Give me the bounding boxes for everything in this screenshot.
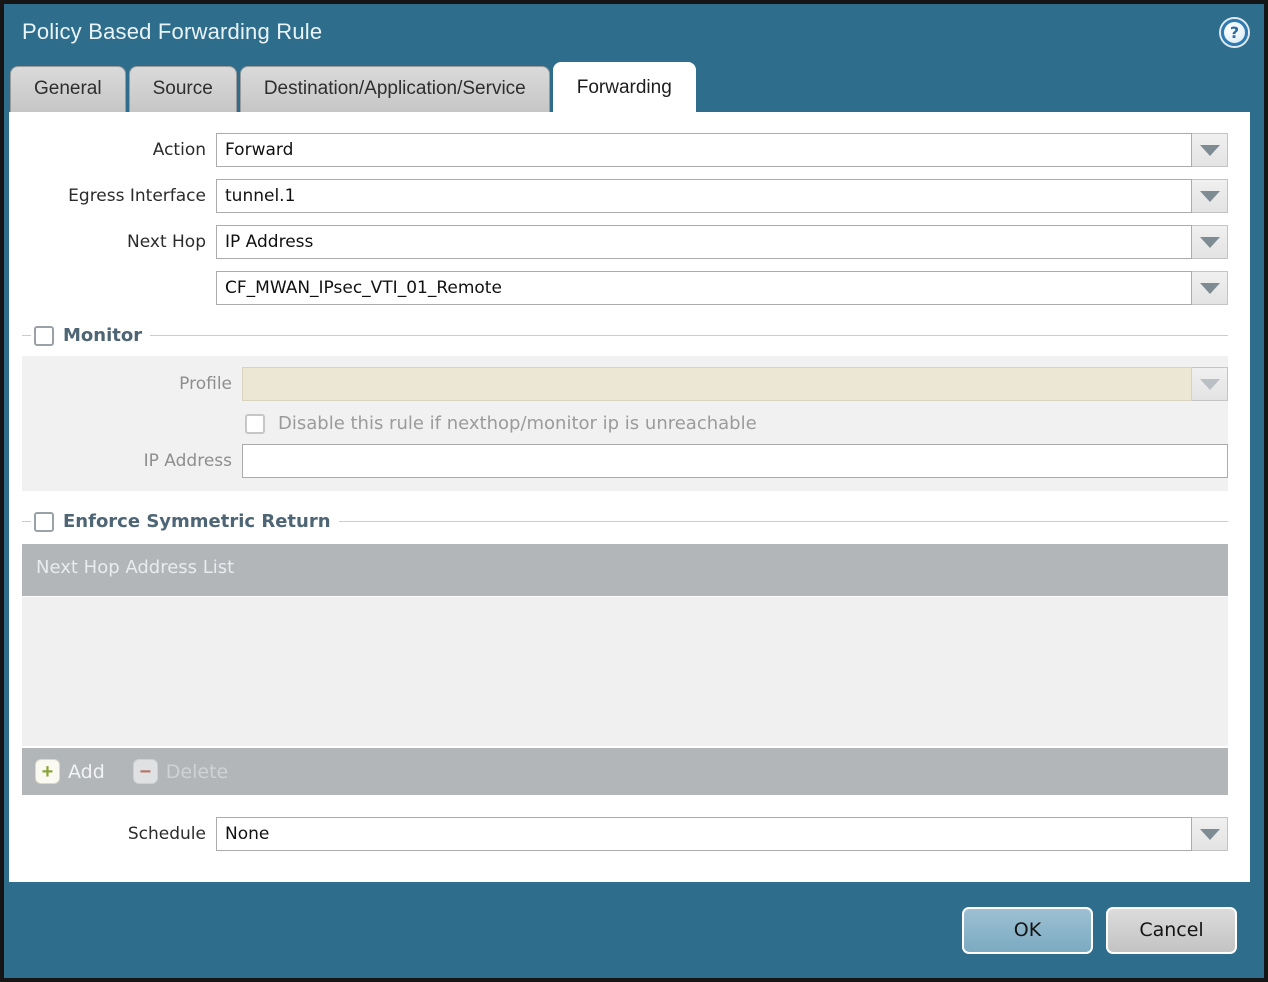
next-hop-type-row: Next Hop xyxy=(9,225,1228,259)
profile-label: Profile xyxy=(179,374,232,394)
tab-forwarding[interactable]: Forwarding xyxy=(552,62,696,112)
fieldset-line xyxy=(338,521,1228,522)
next-hop-address-list-body[interactable] xyxy=(22,596,1228,746)
schedule-select[interactable] xyxy=(216,817,1192,851)
profile-row: Profile xyxy=(22,367,1228,401)
next-hop-address-list-header: Next Hop Address List xyxy=(22,544,1228,596)
help-icon[interactable]: ? xyxy=(1221,18,1248,46)
next-hop-address-dropdown-button[interactable] xyxy=(1192,271,1228,305)
forwarding-tab-panel: Action Egress Interface Next Hop xyxy=(9,112,1250,882)
monitor-section-title: Monitor xyxy=(63,325,143,346)
dialog-title: Policy Based Forwarding Rule xyxy=(22,19,323,44)
add-button[interactable]: + Add xyxy=(35,759,105,784)
egress-interface-label: Egress Interface xyxy=(68,186,206,206)
schedule-label: Schedule xyxy=(127,824,206,844)
enforce-symmetric-return-section: Enforce Symmetric Return Next Hop Addres… xyxy=(22,511,1228,795)
action-label: Action xyxy=(152,140,206,160)
chevron-down-icon xyxy=(1199,378,1220,390)
title-bar: Policy Based Forwarding Rule ? xyxy=(4,4,1264,60)
egress-interface-row: Egress Interface xyxy=(9,179,1228,213)
fieldset-line xyxy=(22,335,31,336)
profile-dropdown-button xyxy=(1192,367,1228,401)
next-hop-address-row xyxy=(9,271,1228,305)
chevron-down-icon xyxy=(1199,282,1220,294)
action-row: Action xyxy=(9,133,1228,167)
tab-strip: General Source Destination/Application/S… xyxy=(4,60,1264,112)
schedule-dropdown-button[interactable] xyxy=(1192,817,1228,851)
monitor-section-header: Monitor xyxy=(22,325,1228,346)
fieldset-line xyxy=(150,335,1228,336)
action-dropdown-button[interactable] xyxy=(1192,133,1228,167)
monitor-checkbox[interactable] xyxy=(34,325,54,346)
tab-destination-application-service[interactable]: Destination/Application/Service xyxy=(239,66,550,112)
cancel-button[interactable]: Cancel xyxy=(1106,906,1237,954)
next-hop-type-select[interactable] xyxy=(216,225,1192,259)
chevron-down-icon xyxy=(1199,190,1220,202)
action-select[interactable] xyxy=(216,133,1192,167)
add-button-label: Add xyxy=(68,760,105,783)
monitor-ip-address-label: IP Address xyxy=(143,451,232,471)
monitor-ip-address-input xyxy=(242,444,1228,478)
profile-select-disabled xyxy=(242,367,1192,401)
minus-icon: − xyxy=(132,759,158,784)
monitor-ip-address-row: IP Address xyxy=(22,444,1228,478)
disable-rule-row: Disable this rule if nexthop/monitor ip … xyxy=(242,413,1228,434)
next-hop-address-select[interactable] xyxy=(216,271,1192,305)
delete-button: − Delete xyxy=(132,759,229,784)
dialog-footer: OK Cancel xyxy=(4,882,1264,978)
disable-rule-label: Disable this rule if nexthop/monitor ip … xyxy=(278,413,757,434)
disable-rule-checkbox xyxy=(245,413,265,434)
next-hop-type-dropdown-button[interactable] xyxy=(1192,225,1228,259)
chevron-down-icon xyxy=(1199,236,1220,248)
tab-general[interactable]: General xyxy=(10,66,126,112)
delete-button-label: Delete xyxy=(165,760,229,783)
next-hop-address-list-table: Next Hop Address List + Add − Delete xyxy=(22,544,1228,795)
enforce-section-title: Enforce Symmetric Return xyxy=(63,511,331,532)
egress-interface-dropdown-button[interactable] xyxy=(1192,179,1228,213)
enforce-symmetric-return-checkbox[interactable] xyxy=(34,511,54,532)
table-toolbar: + Add − Delete xyxy=(22,748,1228,795)
fieldset-line xyxy=(22,521,31,522)
tab-source[interactable]: Source xyxy=(128,66,237,112)
chevron-down-icon xyxy=(1199,144,1220,156)
plus-icon: + xyxy=(35,759,60,784)
egress-interface-select[interactable] xyxy=(216,179,1192,213)
monitor-section: Monitor Profile Disable this rule if nex… xyxy=(22,325,1228,491)
ok-button[interactable]: OK xyxy=(962,906,1093,954)
next-hop-label: Next Hop xyxy=(127,232,206,252)
schedule-row: Schedule xyxy=(9,817,1228,851)
monitor-panel: Profile Disable this rule if nexthop/mon… xyxy=(22,356,1228,491)
chevron-down-icon xyxy=(1199,828,1220,840)
policy-based-forwarding-dialog: Policy Based Forwarding Rule ? General S… xyxy=(0,0,1268,982)
enforce-section-header: Enforce Symmetric Return xyxy=(22,511,1228,532)
